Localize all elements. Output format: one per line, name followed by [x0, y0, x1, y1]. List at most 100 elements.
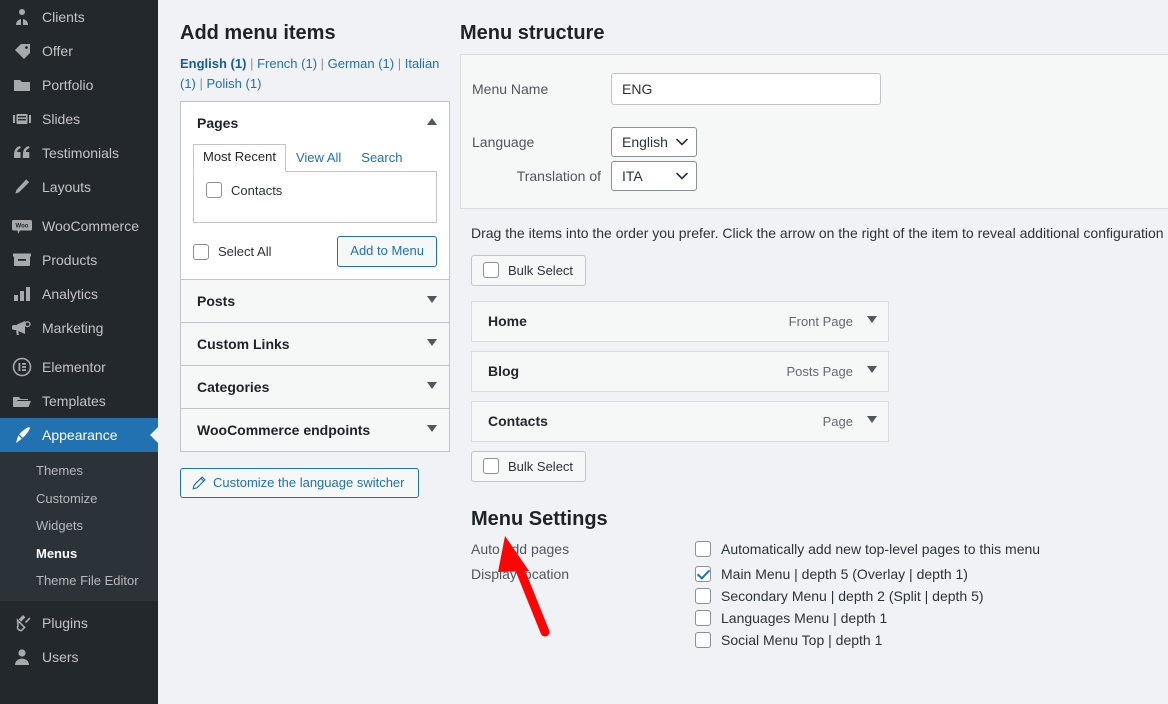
folder-icon [11, 75, 33, 95]
chevron-down-icon[interactable] [427, 296, 437, 306]
customize-language-switcher-button[interactable]: Customize the language switcher [180, 468, 419, 499]
sidebar-item-slides[interactable]: Slides [0, 102, 158, 136]
location-label: Main Menu | depth 5 (Overlay | depth 1) [721, 566, 968, 582]
location-option-row[interactable]: Languages Menu | depth 1 [695, 610, 1168, 626]
submenu-item-themes[interactable]: Themes [0, 457, 158, 485]
svg-text:Woo: Woo [16, 224, 29, 230]
menu-item-contacts[interactable]: Contacts Page [471, 401, 889, 442]
sidebar-item-products[interactable]: Products [0, 243, 158, 277]
pages-panel-actions: Select All Add to Menu [193, 223, 437, 268]
add-to-menu-button[interactable]: Add to Menu [337, 236, 437, 268]
panel-categories-header[interactable]: Categories [181, 366, 449, 409]
sidebar-item-label: Users [42, 648, 79, 665]
location-checkbox[interactable] [695, 610, 711, 626]
sidebar-item-offer[interactable]: Offer [0, 34, 158, 68]
chevron-down-icon[interactable] [867, 416, 877, 426]
chevron-up-icon[interactable] [427, 118, 437, 128]
menu-item-type: Posts Page [786, 363, 854, 379]
pages-tab-panel: Contacts [193, 171, 437, 223]
sidebar-item-marketing[interactable]: Marketing [0, 311, 158, 345]
bulk-select-button-top[interactable]: Bulk Select [471, 255, 587, 286]
sidebar-item-clients[interactable]: Clients [0, 0, 158, 34]
submenu-item-theme-file-editor[interactable]: Theme File Editor [0, 567, 158, 595]
location-option-row[interactable]: Main Menu | depth 5 (Overlay | depth 1) [695, 566, 1168, 582]
link-separator: | [195, 75, 207, 91]
sidebar-item-label: Analytics [42, 286, 99, 302]
menu-item-title: Home [488, 313, 527, 329]
submenu-item-customize[interactable]: Customize [0, 485, 158, 513]
menu-name-input[interactable] [611, 73, 881, 105]
chevron-down-icon[interactable] [867, 316, 877, 326]
sidebar-item-label: Products [42, 252, 98, 268]
location-checkbox[interactable] [695, 632, 711, 648]
submenu-item-menus[interactable]: Menus [0, 540, 158, 568]
panel-posts: Posts [181, 280, 449, 324]
sidebar-item-users[interactable]: Users [0, 640, 158, 674]
sidebar-item-appearance[interactable]: Appearance [0, 418, 158, 452]
display-location-label: Display location [471, 566, 570, 582]
language-select[interactable]: English [611, 127, 697, 157]
panel-title: Posts [197, 293, 236, 310]
tab-most-recent[interactable]: Most Recent [193, 144, 286, 172]
page-item-row[interactable]: Contacts [206, 182, 424, 198]
page-item-checkbox[interactable] [206, 182, 222, 198]
drag-instructions: Drag the items into the order you prefer… [471, 225, 1168, 241]
sidebar-item-templates[interactable]: Templates [0, 384, 158, 418]
bulk-select-label-bottom: Bulk Select [508, 458, 574, 474]
location-checkbox[interactable] [695, 588, 711, 604]
auto-add-pages-option[interactable]: Automatically add new top-level pages to… [695, 541, 1168, 557]
panel-woocommerce-endpoints-header[interactable]: WooCommerce endpoints [181, 409, 449, 452]
location-checkbox[interactable] [695, 566, 711, 582]
sidebar-item-elementor[interactable]: Elementor [0, 350, 158, 384]
menu-item-home[interactable]: Home Front Page [471, 301, 889, 342]
sidebar-item-label: WooCommerce [42, 218, 139, 234]
language-link-french[interactable]: French (1) [257, 56, 317, 71]
quote-icon [11, 143, 33, 163]
pages-panel-body: Most Recent View All Search Contacts Selec… [181, 144, 449, 280]
sidebar-item-layouts[interactable]: Layouts [0, 170, 158, 204]
submenu-item-widgets[interactable]: Widgets [0, 512, 158, 540]
chevron-down-icon [676, 138, 688, 146]
sidebar-item-analytics[interactable]: Analytics [0, 277, 158, 311]
sidebar-item-plugins[interactable]: Plugins [0, 606, 158, 640]
sidebar-item-label: Marketing [42, 320, 104, 336]
field-spacer [461, 109, 1168, 127]
admin-sidebar: Clients Offer Portfolio Slides Testimonials L… [0, 0, 158, 704]
tab-view-all[interactable]: View All [286, 145, 351, 172]
auto-add-pages-checkbox[interactable] [695, 541, 711, 557]
location-option-row[interactable]: Secondary Menu | depth 2 (Split | depth … [695, 588, 1168, 604]
menu-item-blog[interactable]: Blog Posts Page [471, 351, 889, 392]
language-link-polish[interactable]: Polish (1) [207, 76, 262, 91]
link-separator: | [317, 56, 328, 71]
menu-name-label: Menu Name [472, 81, 549, 97]
sidebar-item-portfolio[interactable]: Portfolio [0, 68, 158, 102]
sidebar-item-label: Clients [42, 9, 85, 25]
chevron-down-icon[interactable] [427, 339, 437, 349]
location-option-row[interactable]: Social Menu Top | depth 1 [695, 632, 1168, 648]
language-link-german[interactable]: German (1) [328, 56, 394, 71]
translation-of-select[interactable]: ITA [611, 161, 697, 191]
sidebar-item-testimonials[interactable]: Testimonials [0, 136, 158, 170]
panel-posts-header[interactable]: Posts [181, 280, 449, 323]
select-all-row[interactable]: Select All [193, 243, 272, 260]
elementor-icon [11, 357, 33, 377]
page-item-label: Contacts [231, 182, 283, 198]
chevron-down-icon[interactable] [427, 382, 437, 392]
sidebar-item-label: Templates [42, 393, 106, 409]
chevron-down-icon[interactable] [427, 425, 437, 435]
sidebar-item-woocommerce[interactable]: Woo WooCommerce [0, 209, 158, 243]
tab-search[interactable]: Search [351, 145, 412, 172]
select-all-label: Select All [218, 244, 272, 260]
chevron-down-icon[interactable] [867, 366, 877, 376]
tag-icon [11, 41, 33, 61]
bulk-select-checkbox-bottom[interactable] [483, 458, 499, 474]
panel-custom-links: Custom Links [181, 323, 449, 367]
link-separator: | [394, 56, 405, 71]
select-all-checkbox[interactable] [193, 243, 209, 260]
menu-item-title: Blog [488, 363, 520, 379]
pages-panel-header[interactable]: Pages [181, 102, 449, 144]
language-link-english[interactable]: English (1) [180, 56, 246, 71]
bulk-select-checkbox-top[interactable] [483, 262, 499, 278]
bulk-select-button-bottom[interactable]: Bulk Select [471, 451, 587, 482]
panel-custom-links-header[interactable]: Custom Links [181, 323, 449, 366]
